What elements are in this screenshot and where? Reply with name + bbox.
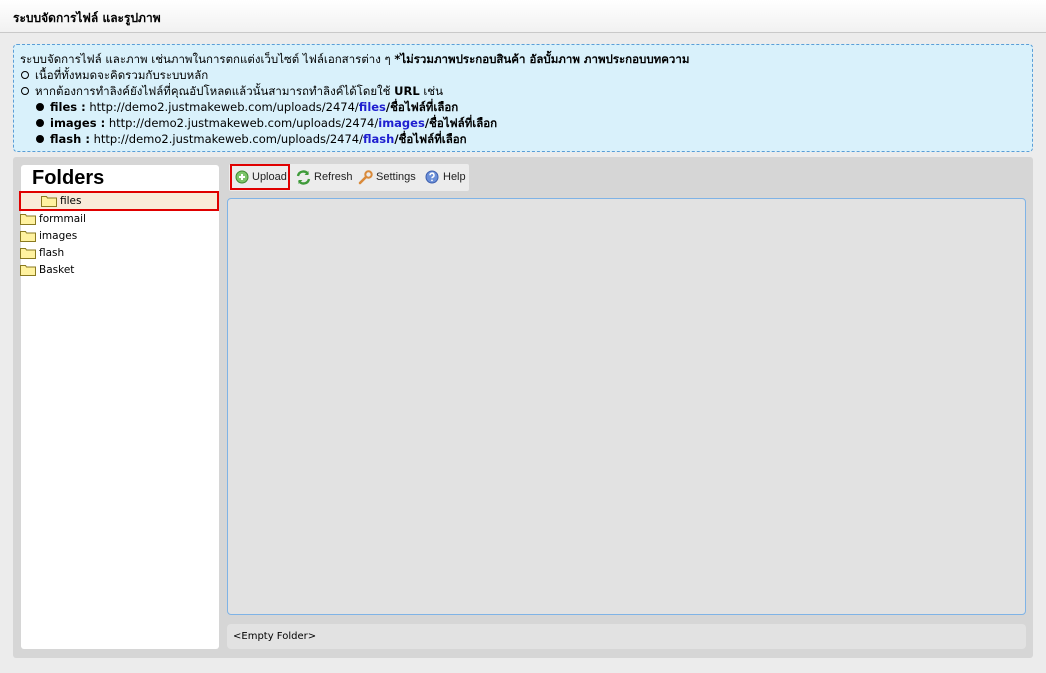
folder-label: Basket <box>39 264 75 276</box>
info-example-files: files : http://demo2.justmakeweb.com/upl… <box>20 99 1026 115</box>
folder-icon <box>20 248 36 259</box>
folder-icon <box>20 231 36 242</box>
help-label: Help <box>443 171 466 183</box>
refresh-label: Refresh <box>314 171 353 183</box>
folders-title: Folders <box>32 167 105 189</box>
example-folder: images <box>378 116 425 130</box>
info-bullet-quota-text: เนื้อที่ทั้งหมดจะคิดรวมกับระบบหลัก <box>35 68 209 82</box>
info-bullet-quota: เนื้อที่ทั้งหมดจะคิดรวมกับระบบหลัก <box>20 67 1026 83</box>
info-list: เนื้อที่ทั้งหมดจะคิดรวมกับระบบหลัก หากต้… <box>20 67 1026 147</box>
help-icon <box>425 170 439 184</box>
example-tail: /ชื่อไฟล์ที่เลือก <box>424 116 498 130</box>
folder-label: flash <box>39 247 65 259</box>
help-button[interactable]: Help <box>421 164 467 191</box>
file-list-area[interactable] <box>227 198 1026 615</box>
folder-icon <box>20 265 36 276</box>
info-bullet-link-url: URL <box>394 84 420 98</box>
settings-label: Settings <box>376 171 416 183</box>
folder-item-basket[interactable]: Basket <box>20 262 196 278</box>
refresh-icon <box>296 170 311 185</box>
example-base-url: http://demo2.justmakeweb.com/uploads/247… <box>89 100 359 114</box>
upload-button[interactable]: Upload <box>230 164 290 190</box>
info-example-images: images : http://demo2.justmakeweb.com/up… <box>20 115 1026 131</box>
example-tail: /ชื่อไฟล์ที่เลือก <box>394 132 467 146</box>
folder-label: images <box>39 230 78 242</box>
status-text: <Empty Folder> <box>233 631 317 642</box>
folder-item-formmail[interactable]: formmail <box>20 211 196 227</box>
status-bar: <Empty Folder> <box>227 624 1026 649</box>
info-bullet-link: หากต้องการทำลิงค์ยังไฟล์ที่คุณอัปโหลดแล้… <box>20 83 1026 99</box>
info-intro: ระบบจัดการไฟล์ และภาพ เช่นภาพในการตกแต่ง… <box>20 51 1026 67</box>
upload-label: Upload <box>252 171 287 183</box>
example-tail: /ชื่อไฟล์ที่เลือก <box>385 100 459 114</box>
page-header: ระบบจัดการไฟล์ และรูปภาพ <box>0 0 1046 33</box>
page-title: ระบบจัดการไฟล์ และรูปภาพ <box>13 11 161 25</box>
info-box: ระบบจัดการไฟล์ และภาพ เช่นภาพในการตกแต่ง… <box>13 44 1033 152</box>
folder-item-images[interactable]: images <box>20 228 196 244</box>
folder-icon <box>20 214 36 225</box>
example-label: flash : <box>50 132 90 146</box>
example-label: images : <box>50 116 106 130</box>
folder-label: formmail <box>39 213 86 225</box>
folder-item-files[interactable]: files <box>19 191 219 211</box>
toolbar: Upload Refresh Settings Help <box>229 164 469 191</box>
example-base-url: http://demo2.justmakeweb.com/uploads/247… <box>108 116 379 130</box>
info-bullet-link-text: หากต้องการทำลิงค์ยังไฟล์ที่คุณอัปโหลดแล้… <box>35 84 391 98</box>
example-folder: files <box>358 100 386 114</box>
info-intro-text: ระบบจัดการไฟล์ และภาพ เช่นภาพในการตกแต่ง… <box>20 52 391 66</box>
info-bullet-link-tail: เช่น <box>423 84 443 98</box>
refresh-button[interactable]: Refresh <box>292 164 353 191</box>
folder-icon <box>41 196 57 207</box>
wrench-icon <box>358 170 373 185</box>
example-label: files : <box>50 100 86 114</box>
add-icon <box>235 170 249 184</box>
info-intro-note: *ไม่รวมภาพประกอบสินค้า อัลบั้มภาพ ภาพประ… <box>394 52 690 66</box>
example-base-url: http://demo2.justmakeweb.com/uploads/247… <box>93 132 363 146</box>
example-folder: flash <box>363 132 395 146</box>
info-example-flash: flash : http://demo2.justmakeweb.com/upl… <box>20 131 1026 147</box>
folder-item-flash[interactable]: flash <box>20 245 196 261</box>
settings-button[interactable]: Settings <box>354 164 418 191</box>
folder-label: files <box>60 195 82 207</box>
